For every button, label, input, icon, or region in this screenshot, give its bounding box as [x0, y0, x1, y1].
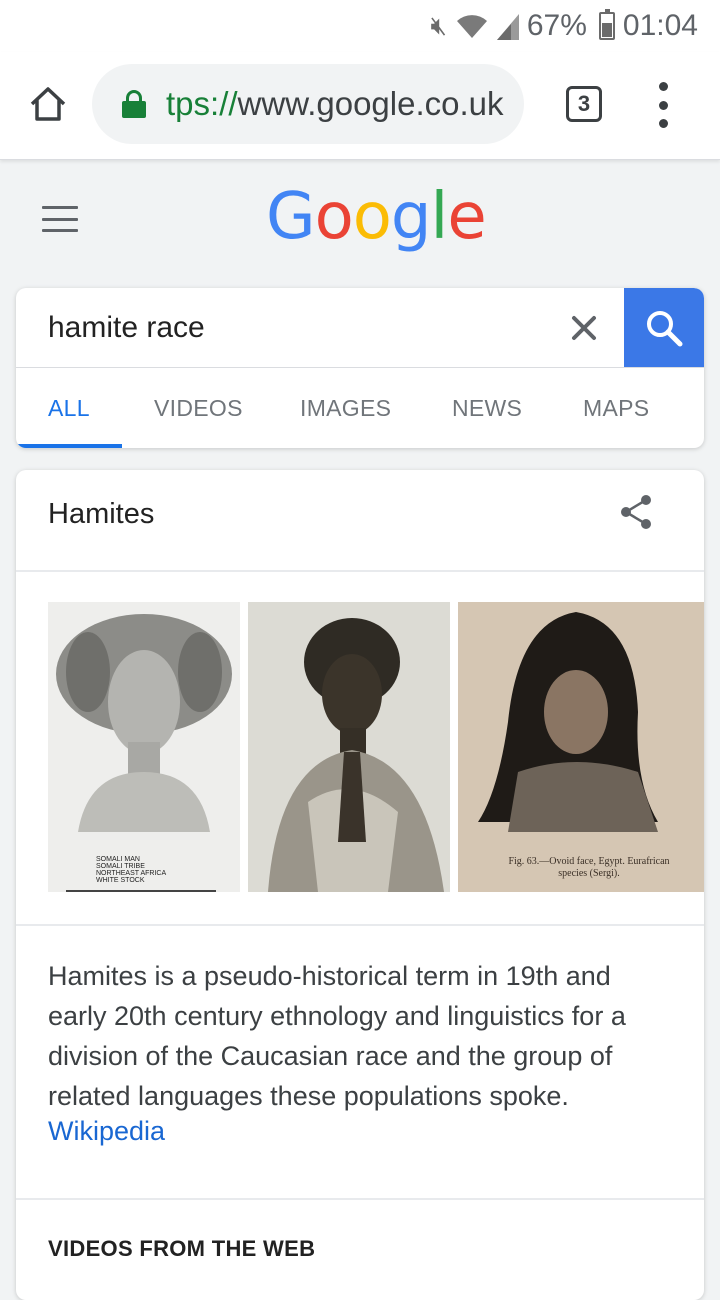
search-input[interactable]	[16, 288, 624, 368]
divider	[16, 924, 704, 926]
tab-switcher-button[interactable]: 3	[566, 86, 602, 122]
logo-letter: o	[352, 180, 392, 254]
tab-videos[interactable]: VIDEOS	[154, 368, 243, 448]
clear-icon[interactable]	[564, 308, 604, 348]
knowledge-panel-title[interactable]: Hamites	[48, 498, 154, 531]
portrait-engraving-image	[458, 602, 704, 892]
tab-news[interactable]: NEWS	[452, 368, 522, 448]
logo-letter: e	[447, 180, 486, 254]
active-tab-indicator	[16, 444, 122, 448]
image-caption-line: Fig. 63.—Ovoid face, Egypt. Eurafrican	[508, 856, 670, 867]
logo-letter: o	[314, 180, 354, 254]
image-carousel: SOMALI MAN SOMALI TRIBE NORTHEAST AFRICA…	[48, 602, 704, 892]
image-thumbnail-somali-bust[interactable]: SOMALI MAN SOMALI TRIBE NORTHEAST AFRICA…	[48, 602, 240, 892]
url-scheme: tps://	[166, 85, 238, 122]
image-caption-line: species (Sergi).	[558, 868, 620, 879]
browser-toolbar: tps://www.google.co.uk 3	[0, 52, 720, 160]
image-thumbnail-egypt-woman[interactable]: Fig. 63.—Ovoid face, Egypt. Eurafrican s…	[458, 602, 704, 892]
google-logo[interactable]: Google	[266, 180, 487, 254]
signal-icon	[496, 14, 519, 40]
image-caption-line: SOMALI TRIBE	[96, 863, 145, 870]
logo-letter: l	[430, 180, 449, 254]
knowledge-panel-description: Hamites is a pseudo-historical term in 1…	[48, 961, 626, 1111]
address-bar[interactable]: tps://www.google.co.uk	[92, 64, 524, 144]
search-box: ALL VIDEOS IMAGES NEWS MAPS	[16, 288, 704, 448]
logo-letter: g	[390, 180, 432, 254]
logo-letter: G	[266, 180, 316, 254]
lock-icon	[122, 90, 146, 118]
bust-sculpture-image	[48, 602, 240, 892]
wifi-icon	[456, 15, 487, 38]
battery-percent: 67%	[526, 9, 587, 42]
image-caption-line: SOMALI MAN	[96, 856, 140, 863]
tab-maps[interactable]: MAPS	[583, 368, 649, 448]
wikipedia-link[interactable]: Wikipedia	[48, 1116, 165, 1147]
portrait-photo-image	[248, 602, 450, 892]
image-thumbnail-portrait-man[interactable]	[248, 602, 450, 892]
hamburger-menu-icon[interactable]	[42, 206, 78, 232]
mute-icon: 🔇︎	[430, 10, 447, 40]
overflow-menu-icon[interactable]	[656, 82, 670, 128]
status-bar: 🔇︎ 67% 01:04	[0, 0, 720, 52]
image-caption-line: WHITE STOCK	[96, 877, 145, 884]
image-caption-line: NORTHEAST AFRICA	[96, 870, 167, 877]
search-button[interactable]	[624, 288, 704, 368]
videos-section-heading: VIDEOS FROM THE WEB	[48, 1236, 316, 1261]
url-text[interactable]: tps://www.google.co.uk	[166, 85, 504, 123]
knowledge-panel: Hamites SOMALI MAN SOMALI TRIBE NORTHEAS	[16, 470, 704, 1300]
tab-images[interactable]: IMAGES	[300, 368, 391, 448]
divider	[16, 1198, 704, 1200]
battery-icon	[598, 9, 615, 40]
clock: 01:04	[622, 9, 698, 42]
url-host: www.google.co.uk	[237, 85, 504, 122]
search-tabs: ALL VIDEOS IMAGES NEWS MAPS	[16, 368, 704, 448]
home-icon[interactable]	[28, 84, 68, 124]
share-icon[interactable]	[616, 492, 656, 532]
tab-all[interactable]: ALL	[48, 368, 90, 448]
search-icon	[647, 311, 683, 347]
divider	[16, 570, 704, 572]
